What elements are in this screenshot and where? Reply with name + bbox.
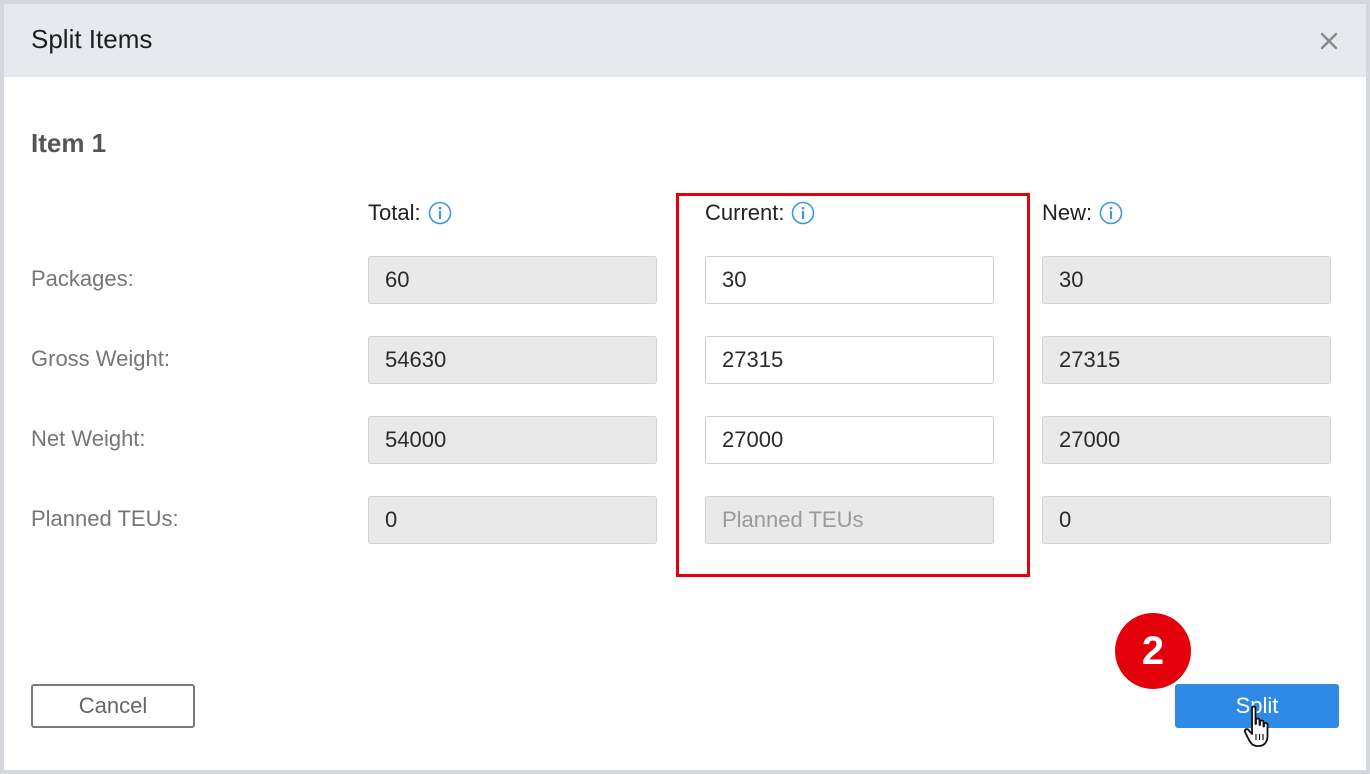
- net-weight-current-input[interactable]: [705, 416, 994, 464]
- column-header-total: Total:: [368, 200, 452, 226]
- dialog-header: Split Items: [4, 4, 1366, 77]
- info-icon[interactable]: [791, 201, 815, 225]
- column-header-total-label: Total:: [368, 200, 421, 225]
- column-header-new-label: New:: [1042, 200, 1093, 225]
- net-weight-new-field: 27000: [1042, 416, 1331, 464]
- net-weight-total-field: 54000: [368, 416, 657, 464]
- info-icon[interactable]: [428, 201, 452, 225]
- gross-weight-total-field: 54630: [368, 336, 657, 384]
- info-icon[interactable]: [1099, 201, 1123, 225]
- packages-new-field: 30: [1042, 256, 1331, 304]
- planned-teus-current-input[interactable]: [705, 496, 994, 544]
- close-icon: [1320, 32, 1338, 50]
- cancel-button[interactable]: Cancel: [31, 684, 195, 728]
- split-items-dialog: Split Items Item 1 Total: Current: New:: [0, 0, 1370, 774]
- dialog-title: Split Items: [31, 24, 153, 54]
- gross-weight-new-field: 27315: [1042, 336, 1331, 384]
- column-header-current: Current:: [705, 200, 815, 226]
- packages-total-field: 60: [368, 256, 657, 304]
- step-badge: 2: [1115, 613, 1191, 689]
- close-button[interactable]: [1312, 24, 1346, 58]
- gross-weight-current-input[interactable]: [705, 336, 994, 384]
- column-header-current-label: Current:: [705, 200, 785, 225]
- split-button[interactable]: Split: [1175, 684, 1339, 728]
- net-weight-label: Net Weight:: [31, 426, 146, 451]
- planned-teus-new-field: 0: [1042, 496, 1331, 544]
- packages-label: Packages:: [31, 266, 134, 291]
- gross-weight-label: Gross Weight:: [31, 346, 170, 371]
- packages-current-input[interactable]: [705, 256, 994, 304]
- column-header-new: New:: [1042, 200, 1123, 226]
- planned-teus-label: Planned TEUs:: [31, 506, 179, 531]
- planned-teus-total-field: 0: [368, 496, 657, 544]
- item-title: Item 1: [31, 128, 107, 158]
